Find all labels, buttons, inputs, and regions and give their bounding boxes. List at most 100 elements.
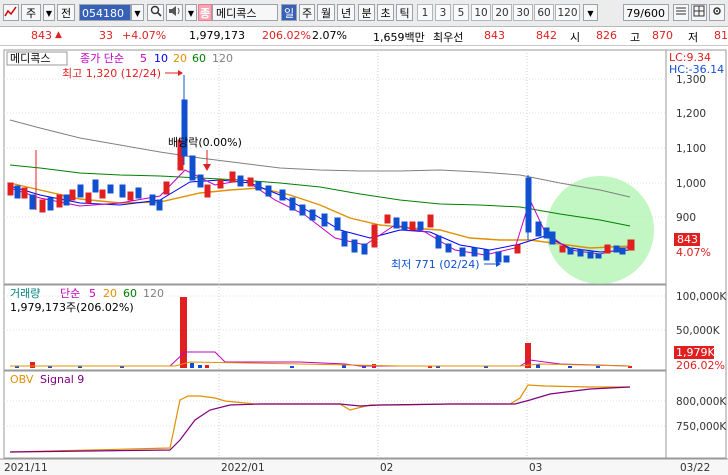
stock-name-field[interactable]: 메디콕스 bbox=[212, 4, 278, 21]
volume-current-tag-text: 1,979K bbox=[676, 346, 715, 359]
tf-year-label: 년 bbox=[340, 7, 352, 20]
xlabel-03: 03 bbox=[529, 462, 542, 474]
period-30-button[interactable]: 30 bbox=[513, 4, 533, 21]
toolbar: 주 ▼ 전 054180 ▼ ▼ 종 메디콕스 일 주 월 년 분 초 틱 1 … bbox=[0, 0, 728, 27]
tf-min-label: 분 bbox=[361, 7, 372, 20]
obv-ytick-800000: 800,000K bbox=[676, 396, 727, 408]
obv-ytick-750000: 750,000K bbox=[676, 421, 727, 433]
ma5-label: 5 bbox=[140, 52, 147, 65]
ma120-label: 120 bbox=[212, 52, 233, 65]
volume-value-text: 1,979,173주(206.02%) bbox=[10, 301, 134, 314]
data-count: 79/600 bbox=[626, 7, 665, 20]
low-annotation: 최저 771 (02/24) bbox=[391, 258, 480, 271]
quote-turnover: 2.07% bbox=[312, 29, 347, 42]
tf-week-button[interactable]: 주 bbox=[299, 4, 315, 21]
data-count-field[interactable]: 79/600 bbox=[623, 4, 669, 21]
quote-high: 870 bbox=[652, 29, 673, 42]
tf-day-button[interactable]: 일 bbox=[281, 4, 297, 21]
ma10-label: 10 bbox=[154, 52, 168, 65]
quote-change: 33 bbox=[99, 29, 113, 42]
tf-tick-button[interactable]: 틱 bbox=[396, 4, 413, 21]
quote-priority-label: 최우선 bbox=[433, 31, 464, 44]
xlabel-02: 02 bbox=[380, 462, 393, 474]
stock-name: 메디콕스 bbox=[216, 7, 257, 20]
tf-min-button[interactable]: 분 bbox=[358, 4, 375, 21]
period-5-button[interactable]: 5 bbox=[453, 4, 469, 21]
stock-badge-label: 종 bbox=[199, 7, 211, 20]
stock-code-value: 054180 bbox=[82, 7, 124, 20]
period-1-button[interactable]: 1 bbox=[417, 4, 433, 21]
period-60-button[interactable]: 60 bbox=[534, 4, 554, 21]
code-dropdown-icon[interactable]: ▼ bbox=[131, 4, 144, 21]
xlabel-03-22: 03/22 bbox=[680, 462, 710, 474]
obv-signal-label: Signal 9 bbox=[40, 373, 84, 386]
vol-ytick-50000: 50,000K bbox=[676, 325, 721, 337]
side-label: 주 bbox=[25, 7, 37, 20]
quote-low-label: 저 bbox=[688, 31, 699, 44]
side-dropdown-icon[interactable]: ▼ bbox=[43, 4, 55, 21]
highlight-circle bbox=[546, 176, 654, 284]
ytick-900: 900 bbox=[676, 212, 696, 224]
period-120-button[interactable]: 120 bbox=[555, 4, 580, 21]
sound-dropdown-icon[interactable]: ▼ bbox=[185, 4, 197, 21]
xaxis-bar bbox=[0, 459, 728, 475]
period-label: 30 bbox=[516, 7, 530, 19]
tf-month-button[interactable]: 월 bbox=[317, 4, 335, 21]
tf-sec-label: 초 bbox=[380, 7, 391, 20]
grid-icon[interactable] bbox=[691, 4, 707, 21]
indicator-icon[interactable] bbox=[673, 4, 689, 21]
side-select[interactable]: 주 bbox=[21, 4, 41, 21]
quote-open: 826 bbox=[596, 29, 617, 42]
quote-change-pct: +4.07% bbox=[122, 29, 167, 42]
ytick-1100: 1,100 bbox=[676, 143, 706, 155]
quote-low: 81 bbox=[714, 29, 728, 42]
obv-panel-frame bbox=[3, 370, 667, 459]
ytick-1000: 1,000 bbox=[676, 178, 706, 190]
up-arrow-icon: ▲ bbox=[55, 30, 62, 40]
tf-tick-label: 틱 bbox=[399, 7, 410, 20]
ma20-label: 20 bbox=[173, 52, 187, 65]
stock-code-input[interactable]: 054180 bbox=[79, 4, 131, 21]
period-label: 3 bbox=[439, 7, 447, 19]
current-price-tag-text: 843 bbox=[677, 233, 698, 246]
quote-high-label: 고 bbox=[630, 31, 641, 44]
tf-month-label: 월 bbox=[320, 7, 332, 20]
current-pct-tag: 4.07% bbox=[676, 246, 711, 259]
ytick-1200: 1,200 bbox=[676, 108, 706, 120]
period-label: 10 bbox=[474, 7, 488, 19]
volume-panel-title: 거래량 bbox=[10, 287, 40, 300]
tf-week-label: 주 bbox=[301, 7, 313, 20]
period-10-button[interactable]: 10 bbox=[471, 4, 491, 21]
period-label: 1 bbox=[421, 7, 429, 19]
settings-icon[interactable] bbox=[709, 4, 725, 21]
tf-year-button[interactable]: 년 bbox=[337, 4, 355, 21]
ma60-label: 60 bbox=[192, 52, 206, 65]
speaker-icon[interactable] bbox=[166, 4, 183, 21]
obv-panel-title: OBV bbox=[10, 373, 34, 386]
volume-ma-label: 단순 bbox=[60, 287, 80, 300]
period-dropdown-icon[interactable]: ▼ bbox=[583, 4, 598, 21]
period-3-button[interactable]: 3 bbox=[435, 4, 451, 21]
ytick-1300: 1,300 bbox=[676, 74, 706, 86]
xlabel-2022-01: 2022/01 bbox=[221, 462, 265, 474]
search-icon[interactable] bbox=[147, 4, 164, 21]
vol-ma5-label: 5 bbox=[89, 287, 96, 300]
period-20-button[interactable]: 20 bbox=[492, 4, 512, 21]
period-label: 20 bbox=[495, 7, 509, 19]
quote-volume-ratio: 206.02% bbox=[262, 29, 311, 42]
vol-ma120-label: 120 bbox=[143, 287, 164, 300]
quote-bid1: 843 bbox=[484, 29, 505, 42]
xlabel-2021-11: 2021/11 bbox=[4, 462, 48, 474]
chart-type-icon[interactable] bbox=[3, 4, 19, 21]
vol-ytick-100000: 100,000K bbox=[676, 291, 727, 303]
price-panel-title: 메디콕스 bbox=[10, 52, 50, 65]
chart-svg[interactable]: 메디콕스 종가 단순 5 10 20 60 120 최고 1,320 (12/2… bbox=[0, 46, 728, 475]
tf-day-label: 일 bbox=[283, 7, 295, 20]
period-label: 120 bbox=[557, 7, 578, 19]
quote-volume: 1,979,173 bbox=[189, 29, 245, 42]
vol-ma60-label: 60 bbox=[123, 287, 137, 300]
chart-area[interactable]: 메디콕스 종가 단순 5 10 20 60 120 최고 1,320 (12/2… bbox=[0, 46, 728, 475]
prev-button[interactable]: 전 bbox=[57, 4, 75, 21]
high-annotation: 최고 1,320 (12/24) bbox=[62, 67, 161, 80]
tf-sec-button[interactable]: 초 bbox=[377, 4, 394, 21]
